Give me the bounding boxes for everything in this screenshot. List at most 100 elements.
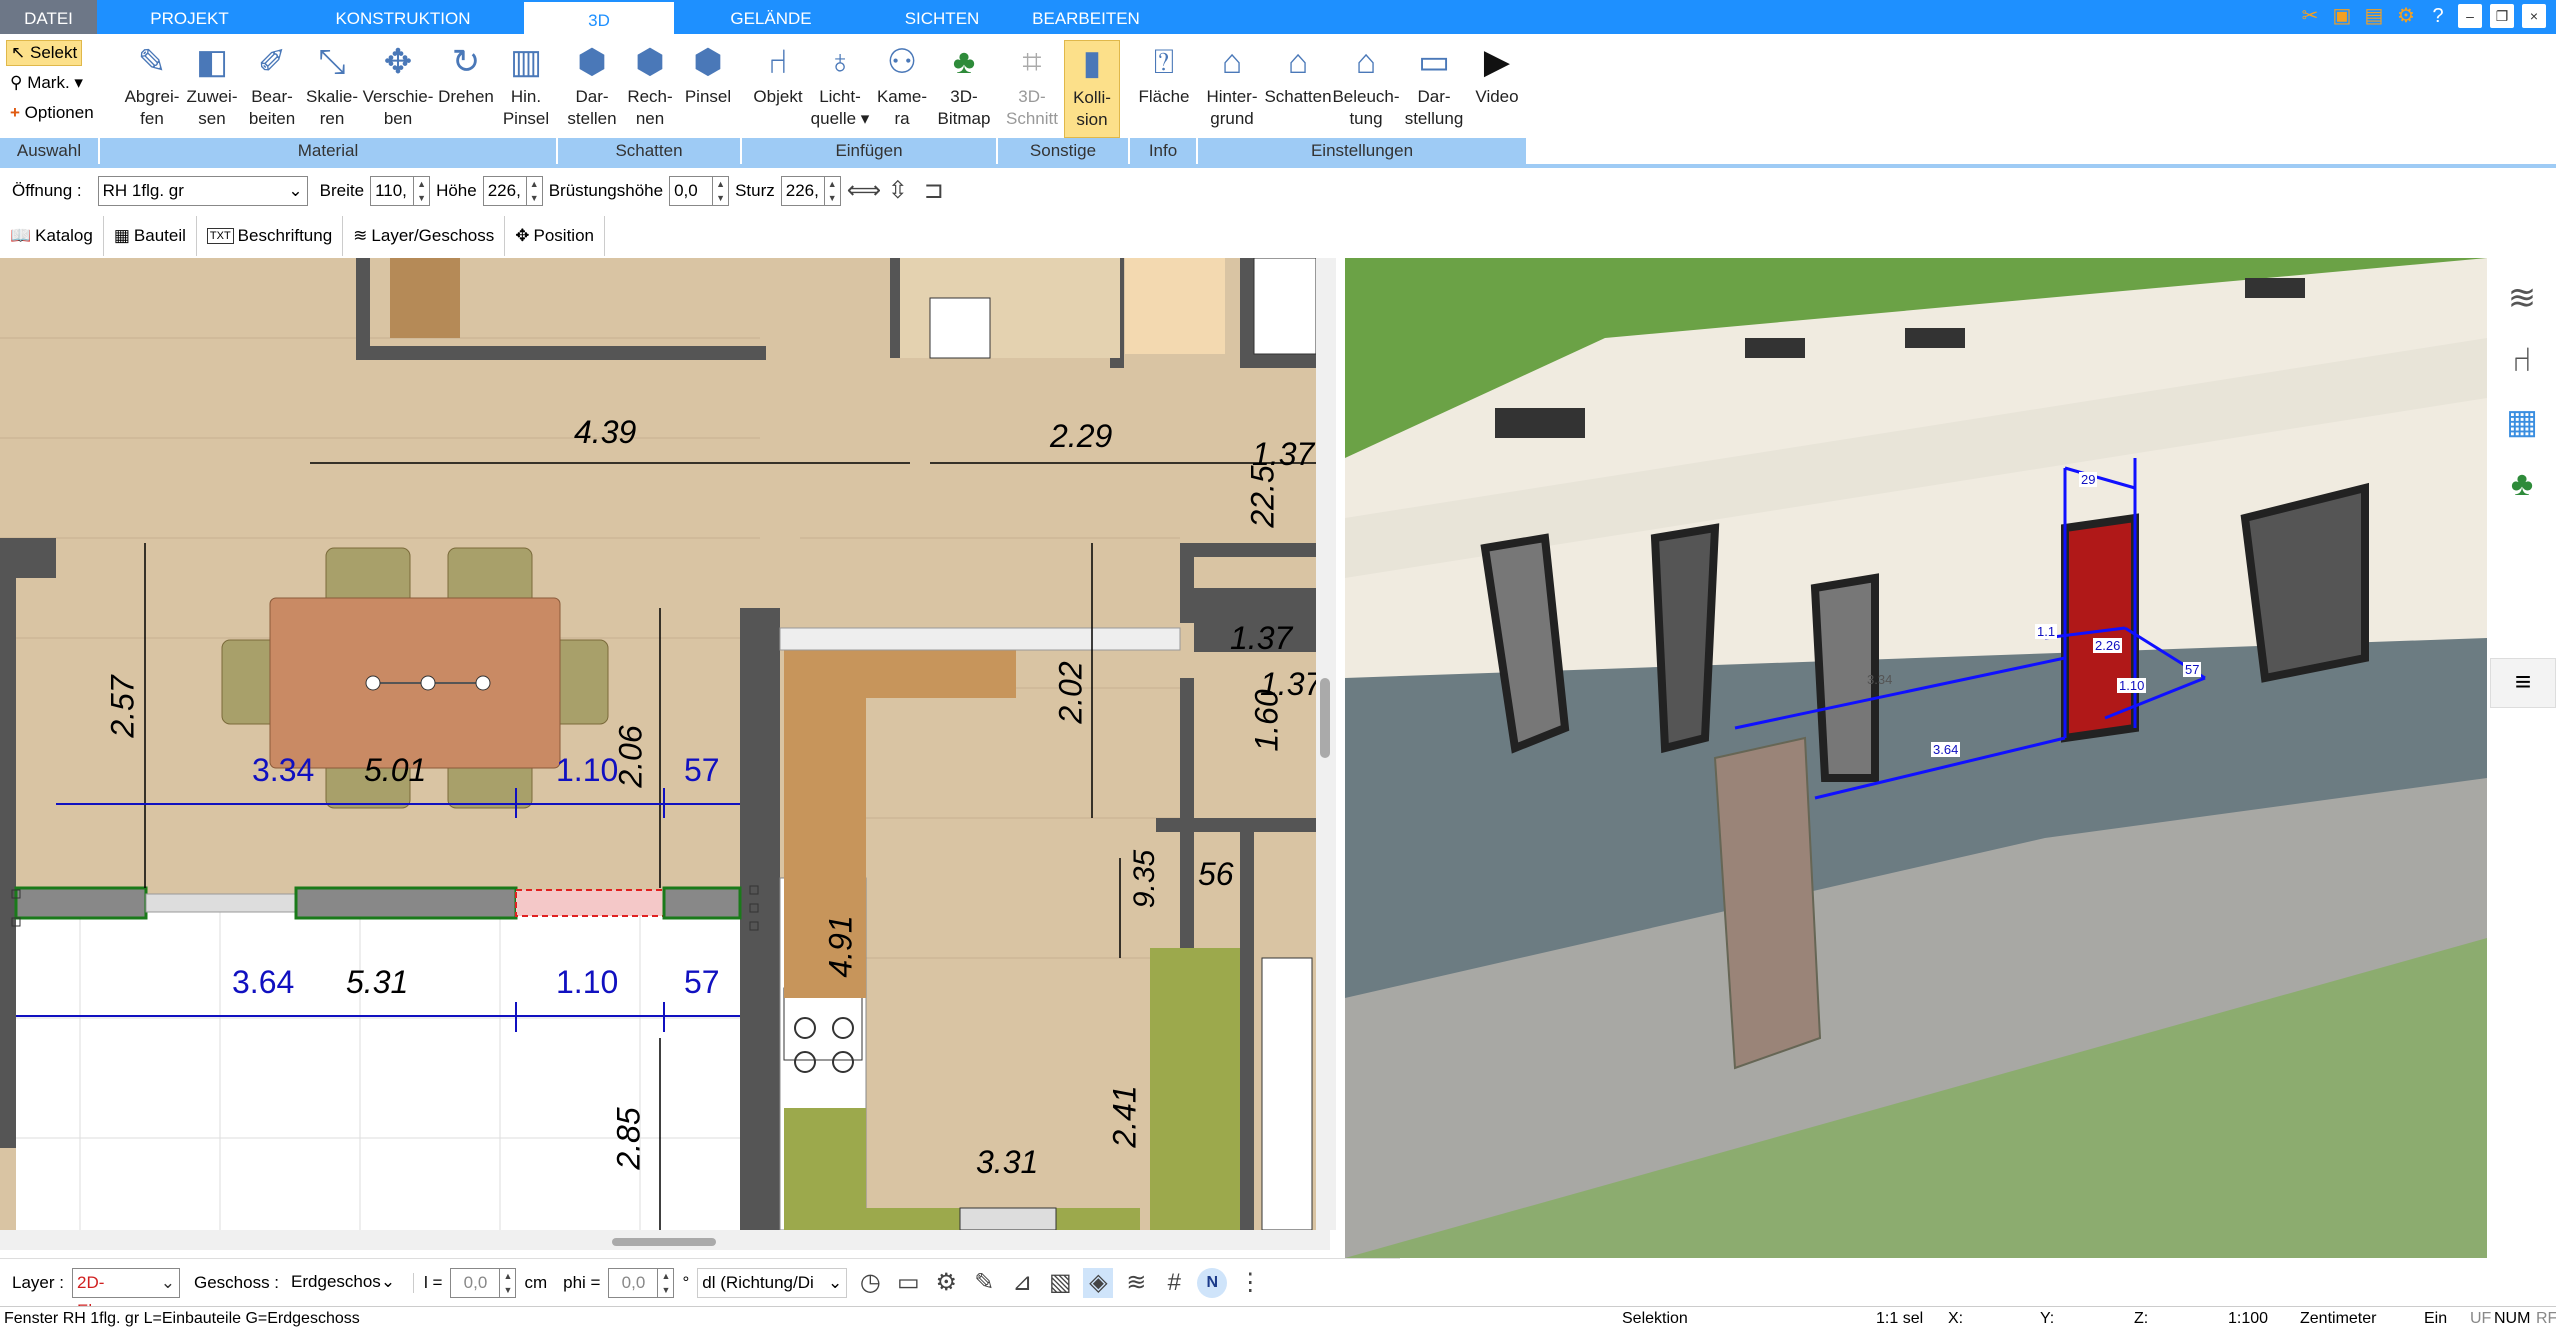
flip-horizontal-icon[interactable]: ⟺ bbox=[847, 176, 881, 206]
insert-3d-bitmap-button[interactable]: ♣ 3D- Bitmap bbox=[932, 40, 996, 130]
direction-select[interactable]: dl (Richtung/Di ⌄ bbox=[697, 1267, 848, 1298]
tab-3d[interactable]: 3D bbox=[524, 0, 674, 34]
tab-projekt[interactable]: PROJEKT bbox=[97, 0, 282, 34]
tab-bearbeiten[interactable]: BEARBEITEN bbox=[1016, 0, 1156, 34]
chair-icon[interactable]: ⑁ bbox=[2500, 338, 2544, 382]
status-y: Y: bbox=[2040, 1310, 2055, 1327]
width-spinner[interactable]: ▲ ▼ bbox=[414, 176, 431, 206]
insert-light-button[interactable]: ♁ Licht-quelle ▾ bbox=[808, 40, 872, 130]
brush-icon: ▥ bbox=[509, 43, 543, 81]
angle-snap-icon[interactable]: ⊿ bbox=[1007, 1268, 1037, 1298]
label: Rech- bbox=[627, 87, 673, 106]
layer-view-icon[interactable]: ◈ bbox=[1083, 1267, 1114, 1298]
chevron-down-icon: ⌄ bbox=[288, 181, 303, 200]
scale-material-button[interactable]: ⤡ Skalie-ren bbox=[302, 40, 362, 130]
3d-section-button[interactable]: ⌗ 3D- Schnitt bbox=[1004, 40, 1060, 130]
clock-icon[interactable]: ◷ bbox=[855, 1268, 885, 1298]
assign-material-button[interactable]: ◧ Zuwei-sen bbox=[182, 40, 242, 130]
background-button[interactable]: ⌂ Hinter-grund bbox=[1200, 40, 1264, 130]
more-icon[interactable]: ⋮ bbox=[1235, 1268, 1265, 1298]
layer-select[interactable]: 2D-Elemen ⌄ bbox=[71, 1267, 180, 1320]
screen-icon[interactable]: ▭ bbox=[893, 1268, 923, 1298]
height-label: Höhe bbox=[436, 181, 477, 200]
tab-konstruktion[interactable]: KONSTRUKTION bbox=[282, 0, 524, 34]
angle-spinner[interactable]: ▲ ▼ bbox=[658, 1267, 675, 1298]
lintel-label: Sturz bbox=[735, 181, 775, 200]
dim-label: 9.35 bbox=[1128, 849, 1162, 909]
help-icon[interactable]: ? bbox=[2426, 4, 2450, 28]
rotate-material-button[interactable]: ↻ Drehen bbox=[434, 40, 498, 108]
label: nen bbox=[635, 109, 665, 128]
shadow-settings-button[interactable]: ⌂ Schatten bbox=[1264, 40, 1332, 108]
tree-icon[interactable]: ♣ bbox=[2500, 462, 2544, 506]
options-button[interactable]: + Optionen bbox=[10, 100, 94, 126]
lintel-spinner[interactable]: ▲ ▼ bbox=[824, 176, 841, 206]
dim-label-selected: 3.64 bbox=[232, 964, 295, 1000]
insert-object-button[interactable]: ⑁ Objekt bbox=[748, 40, 808, 108]
edit-material-button[interactable]: ✐ Bear-beiten bbox=[242, 40, 302, 130]
hint-brush-button[interactable]: ▥ Hin. Pinsel bbox=[498, 40, 554, 130]
video-button[interactable]: ▶ Video bbox=[1468, 40, 1526, 108]
layers-stack-icon[interactable]: ≋ bbox=[1121, 1268, 1151, 1298]
compute-shadow-button[interactable]: ⬢ Rech-nen bbox=[622, 40, 678, 130]
shadow-brush-button[interactable]: ⬢ Pinsel bbox=[678, 40, 738, 108]
lighting-button[interactable]: ⌂ Beleuch-tung bbox=[1332, 40, 1400, 130]
height-spinner[interactable]: ▲ ▼ bbox=[526, 176, 543, 206]
edit-snap-icon[interactable]: ✎ bbox=[969, 1268, 999, 1298]
tab-sichten[interactable]: SICHTEN bbox=[868, 0, 1016, 34]
move-material-button[interactable]: ✥ Verschie-ben bbox=[362, 40, 434, 130]
print-icon[interactable]: ▤ bbox=[2362, 4, 2386, 28]
label: grund bbox=[1210, 109, 1254, 128]
north-icon[interactable]: N bbox=[1197, 1267, 1228, 1298]
settings-icon[interactable]: ⚙ bbox=[2394, 4, 2418, 28]
display-button[interactable]: ▭ Dar-stellung bbox=[1400, 40, 1468, 130]
tab-gelaende[interactable]: GELÄNDE bbox=[674, 0, 868, 34]
snap-icon[interactable]: ⚙ bbox=[931, 1268, 961, 1298]
menu-icon[interactable]: ≡ bbox=[2490, 658, 2556, 708]
restore-button[interactable]: ❐ bbox=[2490, 4, 2514, 28]
height-input[interactable]: 226, bbox=[482, 176, 527, 206]
component-button[interactable]: ▦ Bauteil bbox=[104, 216, 197, 256]
angle-input[interactable]: 0,0 bbox=[608, 1267, 659, 1298]
plan-vertical-scrollbar[interactable] bbox=[1316, 258, 1336, 1230]
flip-vertical-icon[interactable]: ⇳ bbox=[883, 176, 913, 206]
length-input[interactable]: 0,0 bbox=[450, 1267, 501, 1298]
book-icon: 📖 bbox=[10, 226, 32, 245]
floor-plan-view[interactable]: 4.39 2.29 1.37 2.57 5.01 2.06 2.02 1.37 … bbox=[0, 258, 1330, 1230]
sill-height-spinner[interactable]: ▲ ▼ bbox=[713, 176, 730, 206]
mark-button[interactable]: ⚲ Mark. ▾ bbox=[10, 70, 83, 96]
length-spinner[interactable]: ▲ ▼ bbox=[500, 1267, 517, 1298]
grid-icon[interactable]: # bbox=[1159, 1268, 1189, 1298]
insert-camera-button[interactable]: ⚇ Kame-ra bbox=[872, 40, 932, 130]
dim-label-selected: 57 bbox=[684, 752, 720, 788]
collision-button[interactable]: ▮ Kolli-sion bbox=[1064, 40, 1120, 138]
house-background-icon: ⌂ bbox=[1221, 43, 1243, 81]
sill-icon[interactable]: ⊐ bbox=[919, 176, 949, 206]
hatch-icon[interactable]: ▧ bbox=[1045, 1268, 1075, 1298]
show-shadow-button[interactable]: ⬢ Dar-stellen bbox=[562, 40, 622, 130]
floor-select[interactable]: Erdgeschos ⌄ bbox=[287, 1267, 395, 1298]
3d-view[interactable]: 29 2.26 1.10 57 3.64 3.34 1.1 bbox=[1345, 258, 2487, 1258]
lintel-input[interactable]: 226, bbox=[780, 176, 825, 206]
labeling-button[interactable]: TXT Beschriftung bbox=[197, 216, 344, 256]
scroll-thumb[interactable] bbox=[1320, 678, 1330, 758]
opening-select[interactable]: RH 1flg. gr ⌄ bbox=[97, 176, 308, 206]
position-button[interactable]: ✥ Position bbox=[505, 216, 605, 256]
materials-icon[interactable]: ▦ bbox=[2500, 400, 2544, 444]
select-button[interactable]: ↖ Selekt bbox=[6, 40, 83, 66]
tools-icon[interactable]: ✂ bbox=[2298, 4, 2322, 28]
layer-button[interactable]: ≋ Layer/Geschoss bbox=[343, 216, 506, 256]
scroll-thumb[interactable] bbox=[612, 1238, 716, 1246]
minimize-button[interactable]: – bbox=[2458, 4, 2482, 28]
catalog-button[interactable]: 📖 Katalog bbox=[0, 216, 104, 256]
folder-icon[interactable]: ▣ bbox=[2330, 4, 2354, 28]
pick-material-button[interactable]: ✎ Abgrei-fen bbox=[122, 40, 182, 130]
angle-label: phi = bbox=[563, 1272, 601, 1292]
layers-icon[interactable]: ≋ bbox=[2500, 276, 2544, 320]
tab-datei[interactable]: DATEI bbox=[0, 0, 97, 34]
text-icon: TXT bbox=[206, 228, 234, 244]
width-input[interactable]: 110, bbox=[370, 176, 415, 206]
close-button[interactable]: × bbox=[2522, 4, 2546, 28]
sill-height-input[interactable]: 0,0 bbox=[669, 176, 714, 206]
area-button[interactable]: ⍰ Fläche bbox=[1134, 40, 1194, 108]
